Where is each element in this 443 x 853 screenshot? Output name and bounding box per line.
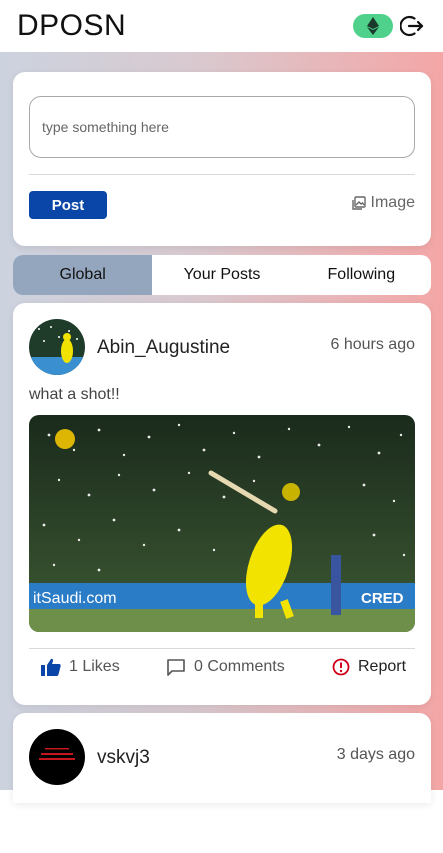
post-text: what a shot!! bbox=[29, 386, 120, 403]
tab-following[interactable]: Following bbox=[292, 255, 431, 295]
post-card: Abin_Augustine 6 hours ago what a shot!! bbox=[13, 303, 431, 705]
image-sponsor-text: CRED bbox=[361, 590, 404, 607]
avatar[interactable] bbox=[29, 729, 85, 785]
add-image-button[interactable]: Image bbox=[351, 194, 415, 212]
tab-global[interactable]: Global bbox=[13, 255, 153, 295]
post-input[interactable] bbox=[29, 96, 415, 158]
comment-icon bbox=[167, 659, 185, 676]
tab-your-posts[interactable]: Your Posts bbox=[152, 255, 291, 295]
top-bar: DPOSN bbox=[0, 0, 443, 52]
image-button-label: Image bbox=[370, 194, 415, 211]
header-actions bbox=[353, 13, 425, 39]
post-divider bbox=[29, 648, 415, 649]
app-title: DPOSN bbox=[17, 9, 127, 42]
report-label: Report bbox=[358, 658, 407, 675]
post-composer: Post Image bbox=[13, 72, 431, 246]
post-username[interactable]: vskvj3 bbox=[97, 747, 150, 769]
image-banner-text: itSaudi.com bbox=[33, 590, 117, 607]
comments-count: 0 Comments bbox=[194, 658, 285, 675]
thumbs-up-icon bbox=[41, 658, 61, 676]
report-button[interactable]: Report bbox=[332, 658, 406, 676]
avatar[interactable] bbox=[29, 319, 85, 375]
wallet-button[interactable] bbox=[353, 14, 393, 38]
post-button[interactable]: Post bbox=[29, 191, 107, 219]
post-timestamp: 3 days ago bbox=[336, 746, 415, 763]
composer-divider bbox=[29, 174, 415, 175]
report-icon bbox=[332, 658, 350, 676]
post-username[interactable]: Abin_Augustine bbox=[97, 337, 230, 359]
ethereum-icon bbox=[367, 17, 379, 35]
comments-button[interactable]: 0 Comments bbox=[166, 658, 285, 676]
post-timestamp: 6 hours ago bbox=[330, 336, 415, 353]
logout-icon[interactable] bbox=[399, 13, 425, 39]
post-card: vskvj3 3 days ago bbox=[13, 713, 431, 803]
feed-tabs: Global Your Posts Following bbox=[13, 255, 431, 295]
likes-count: 1 Likes bbox=[69, 658, 120, 675]
post-image[interactable]: itSaudi.com CRED bbox=[29, 415, 415, 632]
image-icon bbox=[351, 196, 366, 210]
like-button[interactable]: 1 Likes bbox=[41, 658, 120, 676]
